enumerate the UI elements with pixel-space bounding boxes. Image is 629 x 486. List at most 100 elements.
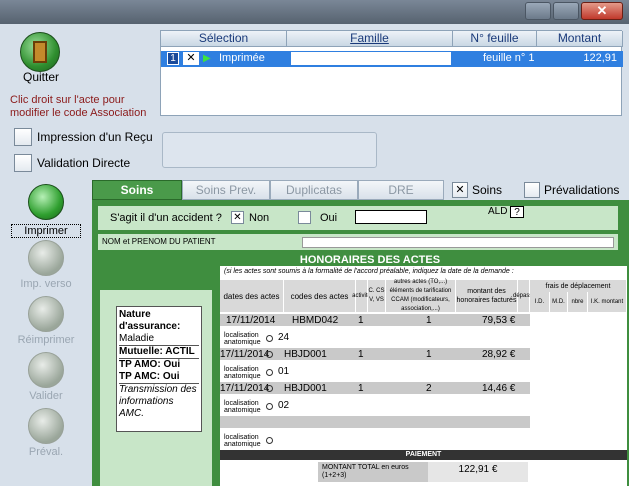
act-code: HBJD001 <box>284 383 327 394</box>
act-localisation: 02 <box>278 400 290 411</box>
col-depass: dépass. <box>513 280 534 312</box>
act-autres: 1 <box>426 315 432 326</box>
main-window: Quitter Clic droit sur l'acte pour modif… <box>0 24 629 486</box>
act-localisation: 01 <box>278 366 290 377</box>
col-codes: codes des actes <box>284 280 356 312</box>
door-icon <box>33 41 47 63</box>
radio-icon[interactable] <box>266 437 273 444</box>
col-md: M.D. <box>550 292 568 312</box>
printer-icon <box>28 184 64 220</box>
soins-checkbox[interactable]: ✕ <box>452 182 468 198</box>
print-verso-label: Imp. verso <box>20 278 72 290</box>
maximize-button[interactable] <box>553 2 579 20</box>
prevalidate-button[interactable]: Préval. <box>0 408 92 458</box>
association-hint: Clic droit sur l'acte pour modifier le c… <box>10 94 147 119</box>
print-verso-button[interactable]: Imp. verso <box>0 240 92 290</box>
accident-row: S'agit il d'un accident ? ✕ Non Oui ALD … <box>98 206 618 230</box>
header-selection[interactable]: Sélection <box>161 31 287 47</box>
receipt-label: Impression d'un Reçu <box>37 130 153 144</box>
honoraires-section: HONORAIRES DES ACTES (si les actes sont … <box>220 254 627 486</box>
col-autres: autres actes (TO,...) éléments de tarifi… <box>386 279 456 312</box>
patient-label: NOM et PRENOM DU PATIENT <box>102 237 216 246</box>
col-nbre: nbre <box>568 292 588 312</box>
quit-button[interactable] <box>20 32 60 72</box>
col-dates: dates des actes <box>220 280 284 312</box>
act-activite: 1 <box>358 383 364 394</box>
prevalidations-label: Prévalidations <box>544 183 620 197</box>
tab-dre[interactable]: DRE <box>358 180 444 200</box>
arrow-icon: ▶ <box>203 53 211 64</box>
tab-soins[interactable]: Soins <box>92 180 182 200</box>
col-activite: activité <box>352 280 371 312</box>
col-cs: C. CS V, VS <box>368 280 386 312</box>
radio-icon[interactable] <box>266 369 273 376</box>
table-row[interactable]: 1 ✕ ▶ Imprimée feuille n° 1 122,91 <box>161 51 623 67</box>
act-date: 17/11/2014 <box>220 349 270 360</box>
patient-row: NOM et PRENOM DU PATIENT <box>98 234 618 250</box>
reprint-label: Réimprimer <box>17 334 75 346</box>
header-feuille[interactable]: N° feuille <box>453 31 537 47</box>
total-label: MONTANT TOTAL en euros (1+2+3) <box>318 462 428 482</box>
tab-soins-prev[interactable]: Soins Prev. <box>182 180 270 200</box>
ald-help-button[interactable]: ? <box>510 206 524 218</box>
radio-icon[interactable] <box>266 385 273 392</box>
col-montant: montant des honoraires facturés <box>456 280 518 312</box>
header-famille[interactable]: Famille <box>287 31 453 47</box>
reprint-button[interactable]: Réimprimer <box>0 296 92 346</box>
receipt-checkbox[interactable] <box>14 128 32 146</box>
insurance-info: Nature d'assurance: Maladie Mutuelle: AC… <box>116 306 202 432</box>
patient-name-field[interactable] <box>302 237 614 248</box>
direct-validation-checkbox[interactable] <box>14 154 32 172</box>
act-autres: 2 <box>426 383 432 394</box>
localisation-label: localisation anatomique <box>224 434 261 448</box>
minimize-button[interactable] <box>525 2 551 20</box>
tp-amo: TP AMO: Oui <box>119 358 199 371</box>
validate-icon <box>28 352 64 388</box>
radio-icon[interactable] <box>266 403 273 410</box>
non-label: Non <box>249 212 270 224</box>
act-montant: 28,92 € <box>482 349 516 360</box>
accident-oui-checkbox[interactable] <box>298 211 311 224</box>
empty-act-row[interactable] <box>220 416 530 428</box>
row-feuille: feuille n° 1 <box>483 52 535 64</box>
col-frais: frais de déplacement <box>530 280 627 292</box>
title-bar: ✕ <box>0 0 629 24</box>
transmission: Transmission des informations AMC. <box>119 383 199 420</box>
tab-bar: Soins Soins Prev. Duplicatas DRE ✕ Soins… <box>92 180 629 200</box>
localisation-label: localisation anatomique <box>224 400 261 414</box>
act-localisation: 24 <box>278 332 290 343</box>
act-activite: 1 <box>358 349 364 360</box>
print-verso-icon <box>28 240 64 276</box>
prevalidations-checkbox[interactable] <box>524 182 540 198</box>
act-date: 17/11/2014 <box>220 383 270 394</box>
close-button[interactable]: ✕ <box>581 2 623 20</box>
header-montant[interactable]: Montant <box>537 31 623 47</box>
accident-date-field[interactable] <box>355 210 427 224</box>
act-montant: 14,46 € <box>482 383 516 394</box>
row-montant: 122,91 <box>583 52 617 64</box>
radio-icon[interactable] <box>266 351 273 358</box>
ald-label: ALD <box>488 206 508 217</box>
prevalidate-label: Préval. <box>28 446 64 458</box>
prevalidate-icon <box>28 408 64 444</box>
act-activite: 1 <box>358 315 364 326</box>
direct-validation-label: Validation Directe <box>37 156 131 170</box>
oui-label: Oui <box>320 212 338 224</box>
tab-duplicatas[interactable]: Duplicatas <box>270 180 358 200</box>
accident-non-checkbox[interactable]: ✕ <box>231 211 244 224</box>
act-montant: 79,53 € <box>482 315 516 326</box>
col-ik: I.K. montant <box>588 292 627 312</box>
radio-icon[interactable] <box>266 335 273 342</box>
print-button[interactable]: Imprimer <box>0 184 92 238</box>
close-icon: ✕ <box>596 3 608 18</box>
famille-field[interactable] <box>291 52 451 65</box>
empty-panel <box>162 132 377 168</box>
validate-button[interactable]: Valider <box>0 352 92 402</box>
row-checkbox[interactable]: ✕ <box>183 52 199 65</box>
selection-table: Sélection Famille N° feuille Montant 1 ✕… <box>160 30 623 116</box>
nature-value: Maladie <box>119 333 155 344</box>
reprint-icon <box>28 296 64 332</box>
row-type: Imprimée <box>219 52 265 64</box>
insurance-panel: Nature d'assurance: Maladie Mutuelle: AC… <box>100 290 212 486</box>
accident-question: S'agit il d'un accident ? <box>110 212 222 224</box>
